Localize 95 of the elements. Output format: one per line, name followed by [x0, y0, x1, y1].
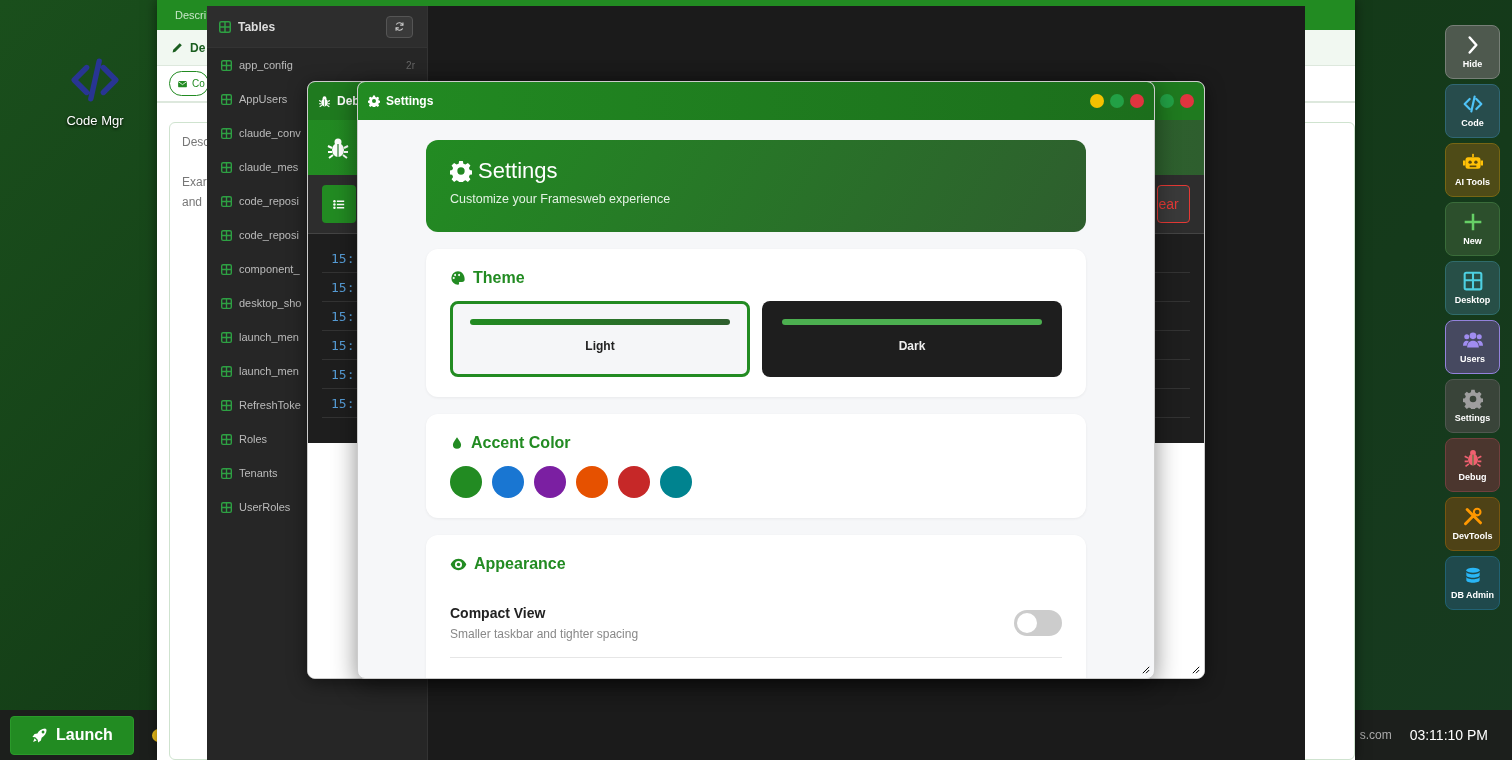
table-list-item[interactable]: code_reposi — [207, 184, 299, 218]
site-text: s.com — [1359, 728, 1392, 742]
refresh-icon — [394, 21, 405, 32]
window-title: Settings — [386, 94, 434, 108]
table-name: launch_men — [239, 331, 299, 343]
table-list-item[interactable]: code_reposi — [207, 218, 299, 252]
table-name: launch_men — [239, 365, 299, 377]
dock-button[interactable]: DB Admin — [1445, 556, 1500, 610]
color-swatch[interactable] — [492, 466, 524, 498]
row-count: 2r — [406, 59, 415, 71]
table-list-item[interactable]: Roles — [207, 422, 268, 456]
color-swatch[interactable] — [576, 466, 608, 498]
card-title: Appearance — [474, 555, 566, 573]
table-name: app_config — [239, 59, 293, 71]
table-list-item[interactable]: claude_mes — [207, 150, 299, 184]
table-name: Tenants — [239, 467, 278, 479]
table-list-item[interactable]: AppUsers — [207, 82, 288, 116]
setting-description: Smaller taskbar and tighter spacing — [450, 627, 640, 641]
table-icon — [221, 59, 232, 71]
table-icon — [221, 399, 232, 411]
dock-button[interactable]: New — [1445, 202, 1500, 256]
list-icon — [332, 197, 345, 211]
table-icon — [221, 195, 232, 207]
dock-button[interactable]: Users — [1445, 320, 1500, 374]
theme-option[interactable]: Light — [450, 301, 750, 377]
card-text: Exar — [182, 175, 207, 189]
table-icon — [221, 93, 232, 105]
table-icon — [221, 127, 232, 139]
table-icon — [221, 331, 232, 343]
color-swatch[interactable] — [450, 466, 482, 498]
dock-button[interactable]: AI Tools — [1445, 143, 1500, 197]
table-name: AppUsers — [239, 93, 288, 105]
table-list-item[interactable]: app_config 2r — [207, 48, 427, 82]
table-list-item[interactable]: desktop_sho — [207, 286, 302, 320]
resize-grip-icon[interactable] — [1142, 666, 1150, 674]
table-list-item[interactable]: claude_conv — [207, 116, 301, 150]
color-swatch[interactable] — [660, 466, 692, 498]
table-list-item[interactable]: launch_men — [207, 354, 299, 388]
table-name: claude_mes — [239, 161, 299, 173]
card-title: Theme — [473, 269, 525, 287]
drop-icon — [450, 435, 464, 451]
envelope-icon — [177, 78, 188, 89]
gear-icon — [450, 160, 472, 182]
rocket-icon — [31, 726, 48, 744]
table-name: component_ — [239, 263, 300, 275]
dock-button[interactable]: DevTools — [1445, 497, 1500, 551]
resize-grip-icon[interactable] — [1192, 666, 1200, 674]
table-icon — [221, 297, 232, 309]
list-button[interactable] — [322, 185, 356, 223]
table-name: desktop_sho — [239, 297, 302, 309]
table-icon — [221, 433, 232, 445]
table-icon — [221, 229, 232, 241]
table-name: UserRoles — [239, 501, 291, 513]
hero-title: Settings — [478, 158, 558, 184]
table-list-item[interactable]: UserRoles — [207, 490, 291, 524]
color-swatch[interactable] — [534, 466, 566, 498]
table-list-item[interactable]: launch_men — [207, 320, 299, 354]
dock-button[interactable]: Desktop — [1445, 261, 1500, 315]
dock-button[interactable]: Hide — [1445, 25, 1500, 79]
table-list-item[interactable]: RefreshToke — [207, 388, 301, 422]
toggle-switch[interactable] — [1014, 610, 1062, 636]
table-list-item[interactable]: Tenants — [207, 456, 278, 490]
table-name: code_reposi — [239, 229, 299, 241]
table-name: code_reposi — [239, 195, 299, 207]
theme-option[interactable]: Dark — [762, 301, 1062, 377]
card-title: Accent Color — [471, 434, 571, 452]
table-icon — [221, 467, 232, 479]
sidebar-title: Tables — [238, 19, 276, 34]
dock-button[interactable]: Settings — [1445, 379, 1500, 433]
table-icon — [221, 501, 232, 513]
card-text: and — [182, 195, 203, 209]
refresh-button[interactable] — [386, 15, 413, 38]
dock-button[interactable]: Debug — [1445, 438, 1500, 492]
table-icon — [221, 263, 232, 275]
desktop-icon-label[interactable]: Code Mgr — [66, 113, 124, 128]
launch-button[interactable]: Launch — [10, 715, 134, 755]
pencil-icon — [171, 41, 184, 54]
table-icon — [219, 20, 231, 33]
clock: 03:11:10 PM — [1409, 727, 1488, 743]
table-name: claude_conv — [239, 127, 301, 139]
color-swatch[interactable] — [618, 466, 650, 498]
dock-button[interactable]: Code — [1445, 84, 1500, 138]
setting-label: Compact View — [450, 605, 547, 621]
section-title: De — [190, 40, 206, 55]
gear-icon — [368, 95, 380, 107]
hero-subtitle: Customize your Framesweb experience — [450, 192, 672, 206]
compose-button[interactable]: Co — [169, 71, 209, 96]
table-list-item[interactable]: component_ — [207, 252, 300, 286]
table-name: RefreshToke — [239, 399, 301, 411]
bug-icon — [318, 94, 331, 108]
table-icon — [221, 161, 232, 173]
minimize-button[interactable] — [1090, 94, 1104, 108]
palette-icon — [450, 270, 466, 286]
table-icon — [221, 365, 232, 377]
table-name: Roles — [239, 433, 268, 445]
